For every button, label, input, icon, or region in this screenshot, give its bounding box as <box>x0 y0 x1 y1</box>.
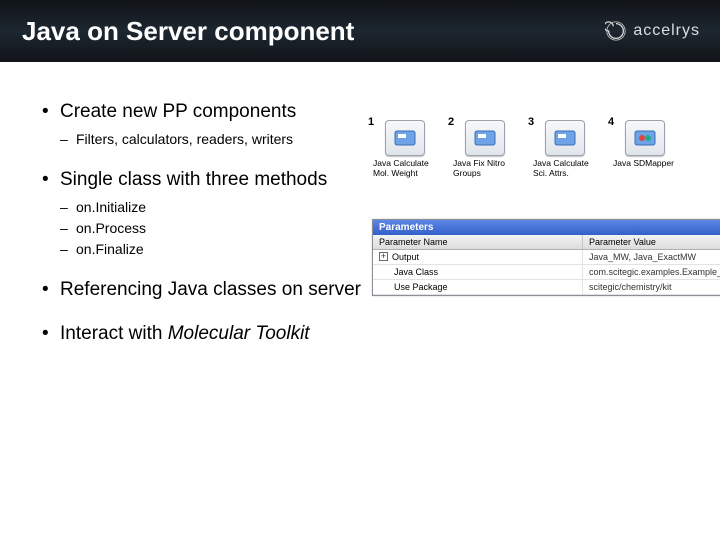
param-value[interactable]: scitegic/chemistry/kit <box>583 280 720 294</box>
param-row[interactable]: Java Class com.scitegic.examples.Example… <box>373 265 720 280</box>
pipeline-component[interactable]: 4 Java SDMapper <box>616 120 674 179</box>
component-icon <box>625 120 665 156</box>
sub-bullet: Filters, calculators, readers, writers <box>60 130 372 148</box>
param-name: Output <box>392 252 419 262</box>
bullet-item: Referencing Java classes on server <box>42 278 372 302</box>
expand-icon[interactable]: + <box>379 252 388 261</box>
component-row: 1 Java Calculate Mol. Weight 2 Java Fix … <box>372 120 720 179</box>
component-icon <box>545 120 585 156</box>
col-header-value: Parameter Value <box>583 235 720 249</box>
sub-bullet: on.Initialize <box>60 198 372 216</box>
bullet-item: Create new PP components Filters, calcul… <box>42 100 372 148</box>
col-header-name: Parameter Name <box>373 235 583 249</box>
param-name: Use Package <box>394 282 448 292</box>
parameters-headers: Parameter Name Parameter Value <box>373 235 720 250</box>
pipeline-component[interactable]: 3 Java Calculate Sci. Attrs. <box>536 120 594 179</box>
bullet-column: Create new PP components Filters, calcul… <box>42 80 372 540</box>
title-bar: Java on Server component accelrys <box>0 0 720 62</box>
sub-bullet: on.Process <box>60 219 372 237</box>
param-value[interactable]: Java_MW, Java_ExactMW <box>583 250 720 264</box>
parameters-panel: Parameters Parameter Name Parameter Valu… <box>372 219 720 296</box>
bullet-item: Interact with Molecular Toolkit <box>42 322 372 346</box>
pipeline-component[interactable]: 2 Java Fix Nitro Groups <box>456 120 514 179</box>
param-value[interactable]: com.scitegic.examples.Example_CalcMolwei… <box>583 265 720 279</box>
param-name: Java Class <box>394 267 438 277</box>
brand-text: accelrys <box>633 22 700 40</box>
pipeline-component[interactable]: 1 Java Calculate Mol. Weight <box>376 120 434 179</box>
sub-bullet: on.Finalize <box>60 240 372 258</box>
component-icon <box>465 120 505 156</box>
parameters-titlebar: Parameters <box>373 220 720 235</box>
slide-title: Java on Server component <box>22 16 354 47</box>
spiral-icon <box>605 20 627 42</box>
param-row[interactable]: Use Package scitegic/chemistry/kit <box>373 280 720 295</box>
brand-logo: accelrys <box>605 20 700 42</box>
bullet-item: Single class with three methods on.Initi… <box>42 168 372 258</box>
component-icon <box>385 120 425 156</box>
param-row[interactable]: + Output Java_MW, Java_ExactMW <box>373 250 720 265</box>
